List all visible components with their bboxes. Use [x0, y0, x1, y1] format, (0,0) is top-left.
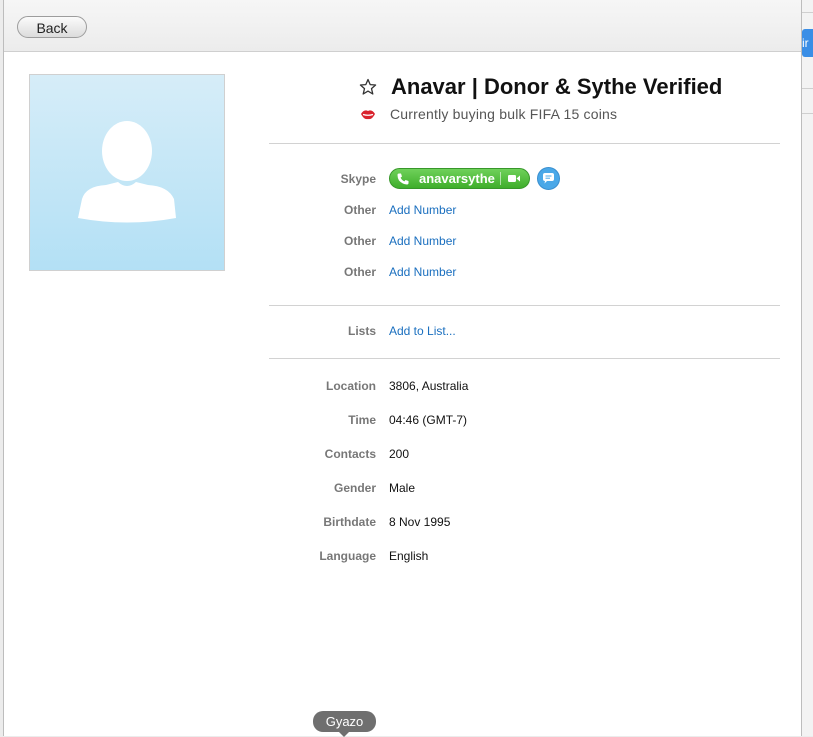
add-number-link-2[interactable]: Add Number — [389, 234, 456, 248]
contacts-label: Contacts — [324, 447, 376, 461]
toolbar: Back — [4, 0, 801, 52]
lists-label: Lists — [347, 324, 376, 338]
phone-icon — [397, 173, 409, 184]
name-row: Anavar | Donor & Sythe Verified — [359, 73, 722, 101]
mood-message: Currently buying bulk FIFA 15 coins — [390, 106, 618, 122]
gyazo-badge[interactable]: Gyazo — [313, 711, 376, 737]
divider — [802, 113, 813, 114]
phone-label-1: Other — [343, 203, 376, 217]
mood-row: Currently buying bulk FIFA 15 coins — [360, 106, 617, 122]
phone-label-2: Other — [343, 234, 376, 248]
background-window-edge: ir — [802, 0, 813, 736]
time-label: Time — [348, 413, 376, 427]
location-label: Location — [326, 379, 376, 393]
video-camera-icon[interactable] — [507, 173, 521, 184]
skype-call-button[interactable]: anavarsythe — [389, 168, 530, 189]
divider — [269, 305, 780, 306]
language-value: English — [389, 549, 429, 563]
avatar — [29, 74, 225, 271]
add-number-link-3[interactable]: Add Number — [389, 265, 456, 279]
lips-icon — [361, 110, 375, 120]
divider — [802, 12, 813, 13]
add-to-list-link[interactable]: Add to List... — [389, 324, 456, 338]
contact-profile-window: Back Anavar | Donor & Sythe Verified Cur… — [3, 0, 802, 736]
divider — [802, 88, 813, 89]
skype-handle: anavarsythe — [419, 171, 495, 186]
star-outline-icon[interactable] — [359, 78, 377, 96]
back-button[interactable]: Back — [17, 16, 87, 38]
add-number-link-1[interactable]: Add Number — [389, 203, 456, 217]
gender-value: Male — [389, 481, 416, 495]
default-user-icon — [78, 121, 176, 223]
language-label: Language — [319, 549, 376, 563]
divider — [269, 143, 780, 144]
gender-label: Gender — [333, 481, 376, 495]
contacts-value: 200 — [389, 447, 410, 461]
divider — [269, 358, 780, 359]
background-blue-button[interactable]: ir — [802, 29, 813, 57]
location-value: 3806, Australia — [389, 379, 469, 393]
contact-name: Anavar | Donor & Sythe Verified — [391, 74, 723, 99]
time-value: 04:46 (GMT-7) — [389, 413, 468, 427]
chat-bubble-icon[interactable] — [537, 167, 560, 190]
birthdate-value: 8 Nov 1995 — [389, 515, 451, 529]
skype-label: Skype — [340, 172, 376, 186]
button-separator — [500, 172, 501, 185]
birthdate-label: Birthdate — [323, 515, 376, 529]
phone-label-3: Other — [343, 265, 376, 279]
